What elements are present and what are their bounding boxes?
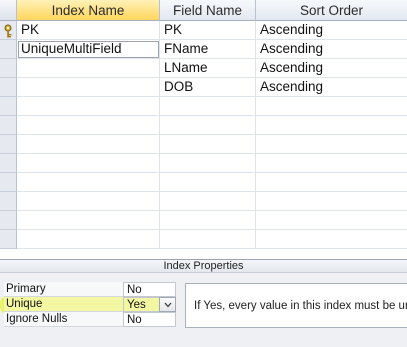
table-cell-sort-order[interactable] (256, 154, 407, 173)
property-value[interactable]: No (123, 312, 176, 327)
table-cell-field-name[interactable]: PK (160, 21, 256, 40)
table-cell-sort-order[interactable]: Ascending (256, 40, 407, 59)
property-row-primary[interactable]: Primary No (4, 282, 176, 297)
column-header-field-name[interactable]: Field Name (160, 0, 256, 21)
row-selector[interactable] (0, 211, 17, 230)
table-cell-sort-order[interactable] (256, 97, 407, 116)
property-value[interactable]: No (123, 282, 176, 297)
table-cell-sort-order[interactable] (256, 230, 407, 249)
table-cell-field-name[interactable] (160, 135, 256, 154)
property-value-select[interactable]: Yes (123, 297, 176, 312)
table-cell-index-name[interactable] (17, 154, 160, 173)
table-cell-field-name[interactable] (160, 211, 256, 230)
row-selector[interactable] (0, 173, 17, 192)
chevron-down-icon (164, 302, 172, 308)
table-cell-field-name[interactable]: LName (160, 59, 256, 78)
table-cell-sort-order[interactable] (256, 211, 407, 230)
column-header-index-name[interactable]: Index Name (17, 0, 160, 21)
index-properties-title: Index Properties (0, 259, 407, 273)
row-selector[interactable] (0, 230, 17, 249)
table-cell-sort-order[interactable]: Ascending (256, 78, 407, 97)
row-selector[interactable] (0, 21, 17, 40)
dropdown-button[interactable] (159, 297, 176, 312)
table-cell-field-name[interactable]: DOB (160, 78, 256, 97)
table-cell-field-name[interactable]: FName (160, 40, 256, 59)
table-cell-field-name[interactable] (160, 97, 256, 116)
table-cell-sort-order[interactable] (256, 173, 407, 192)
property-value: Yes (127, 299, 146, 311)
table-cell-index-name[interactable] (17, 78, 160, 97)
row-selector[interactable] (0, 116, 17, 135)
property-row-unique[interactable]: Unique Yes (4, 297, 176, 312)
table-cell-index-name[interactable] (17, 97, 160, 116)
row-selector[interactable] (0, 192, 17, 211)
row-selector[interactable] (0, 135, 17, 154)
property-label: Ignore Nulls (4, 312, 123, 327)
table-cell-sort-order[interactable]: Ascending (256, 21, 407, 40)
table-cell-index-name[interactable] (17, 192, 160, 211)
table-cell-index-name[interactable]: PK (17, 21, 160, 40)
table-cell-field-name[interactable] (160, 154, 256, 173)
property-label: Primary (4, 282, 123, 297)
row-selector[interactable] (0, 40, 17, 59)
table-cell-index-name[interactable] (17, 135, 160, 154)
table-cell-sort-order[interactable] (256, 192, 407, 211)
table-cell-index-name[interactable] (17, 173, 160, 192)
row-selector[interactable] (0, 97, 17, 116)
table-cell-sort-order[interactable] (256, 135, 407, 154)
table-cell-index-name[interactable] (17, 116, 160, 135)
row-selector[interactable] (0, 78, 17, 97)
index-grid: Index Name Field Name Sort Order PK PK A… (0, 0, 407, 259)
table-cell-field-name[interactable] (160, 173, 256, 192)
table-cell-field-name[interactable] (160, 116, 256, 135)
table-cell-index-name[interactable] (17, 230, 160, 249)
column-header-sort-order[interactable]: Sort Order (256, 0, 407, 21)
table-cell-field-name[interactable] (160, 230, 256, 249)
table-cell-index-name[interactable]: UniqueMultiField (17, 40, 160, 59)
property-label: Unique (4, 297, 123, 312)
table-cell-index-name[interactable] (17, 211, 160, 230)
table-cell-sort-order[interactable]: Ascending (256, 59, 407, 78)
table-cell-sort-order[interactable] (256, 116, 407, 135)
row-selector[interactable] (0, 154, 17, 173)
property-help-text: If Yes, every value in this index must b… (185, 283, 407, 328)
key-icon (4, 24, 12, 38)
table-cell-field-name[interactable] (160, 192, 256, 211)
row-selector[interactable] (0, 59, 17, 78)
table-cell-index-name[interactable] (17, 59, 160, 78)
property-row-ignore-nulls[interactable]: Ignore Nulls No (4, 312, 176, 327)
row-selector-header[interactable] (0, 0, 17, 21)
